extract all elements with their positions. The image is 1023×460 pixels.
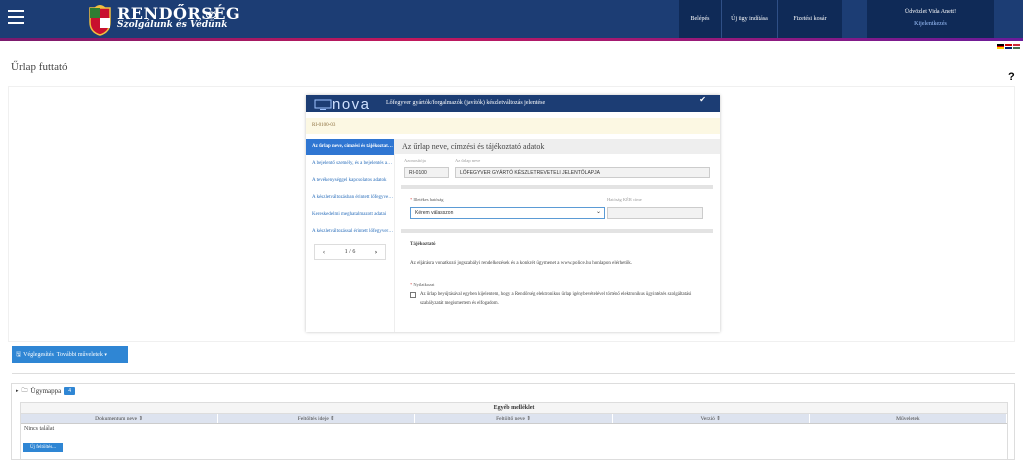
step-pager: ‹ 1 / 6 › [314, 244, 386, 260]
caret-down-icon: ▾ [104, 352, 107, 358]
help-icon[interactable]: ? [1008, 71, 1015, 83]
col-actions: Műveletek [810, 414, 1008, 423]
chevron-down-icon: ⌄ [595, 208, 601, 215]
section-title: Az űrlap neve, címzési és tájékoztató ad… [395, 139, 720, 154]
step-item[interactable]: A készletváltozásban érintett lőfegyvere… [306, 190, 394, 206]
decl-label: * Nyilatkozat [410, 282, 435, 287]
form-title: Lőfegyver gyártók/forgalmazók (javítók) … [386, 100, 546, 106]
info-title: Tájékoztató [410, 242, 436, 247]
case-folder-title: Ügymappa [30, 387, 62, 395]
hungarian-flag-icon[interactable] [1013, 44, 1020, 50]
info-text: Az eljárásra vonatkozó jogszabályi rende… [410, 261, 632, 266]
hatosag-label: * Illetékes hatóság [410, 197, 444, 202]
user-greeting: Üdvözlet Vida Anett! [904, 9, 957, 15]
col-upload-time[interactable]: Feltöltés ideje ⇕ [218, 414, 416, 423]
col-document-name[interactable]: Dokumentum neve ⇕ [21, 414, 219, 423]
form-card-header: nova Lőfegyver gyártók/forgalmazók (javí… [306, 95, 720, 113]
case-folder-badge: 4 [64, 387, 76, 395]
authority-select-value: Kérem válasszon [415, 210, 454, 216]
top-navbar: RENDŐRSÉG Szolgálunk és Védünk Belépés Ú… [0, 0, 1023, 41]
declaration-checkbox[interactable] [410, 292, 416, 298]
decl-label-text: Nyilatkozat [413, 282, 435, 287]
english-flag-icon[interactable] [1005, 44, 1012, 50]
col-version[interactable]: Verzió ⇕ [613, 414, 810, 423]
menu-icon[interactable] [8, 10, 24, 24]
finalize-button[interactable]: 🖫 Véglegesítés További műveletek ▾ [12, 346, 128, 363]
step-item[interactable]: A készletváltozással érintett lőfegyvere… [306, 224, 394, 240]
table-header: Dokumentum neve ⇕ Feltöltés ideje ⇕ Felt… [21, 414, 1008, 424]
step-item[interactable]: Kereskedelmi meghatalmazott adatai [306, 207, 394, 223]
caret-right-icon: ▸ [16, 389, 19, 394]
german-flag-icon[interactable] [997, 44, 1004, 50]
nova-monitor-icon [314, 99, 332, 110]
folder-icon: 🗀 [21, 388, 28, 394]
check-icon[interactable]: ✔ [699, 95, 706, 104]
case-folder-toggle[interactable]: ▸ 🗀 Ügymappa 4 [16, 386, 76, 396]
police-crest-icon [89, 5, 111, 36]
table-title: Egyéb melléklet [21, 403, 1007, 414]
new-upload-button[interactable]: Új feltöltés... [23, 443, 63, 452]
language-flags [997, 44, 1020, 50]
azonosito-field[interactable]: RI-0100 [404, 167, 449, 178]
ker-label: Hatóság KÉR címe [607, 197, 642, 202]
eye-icon[interactable] [206, 11, 216, 19]
step-item[interactable]: A bejelentő személy, és a bejelentés ada… [306, 156, 394, 172]
form-code: RI-0100-03 [306, 118, 720, 134]
save-icon: 🖫 [16, 350, 22, 358]
brand-subtitle: Szolgálunk és Védünk [117, 20, 228, 30]
declaration-text: Az űrlap beyújtásával egyben kijelentem,… [420, 292, 692, 306]
divider [401, 185, 713, 189]
form-card: nova Lőfegyver gyártók/forgalmazók (javí… [306, 95, 720, 332]
azonosito-label: Azonosítója [404, 158, 426, 163]
more-actions-label: További műveletek [56, 351, 103, 358]
finalize-label: Véglegesítés [23, 351, 54, 358]
authority-select[interactable]: Kérem válasszon ⌄ [410, 207, 605, 219]
form-name-label: Az űrlap neve [455, 158, 481, 163]
user-block: Üdvözlet Vida Anett! Kijelentkezés [867, 0, 994, 38]
attachments-table: Egyéb melléklet Dokumentum neve ⇕ Feltöl… [20, 402, 1008, 460]
step-item[interactable]: Az űrlap neve, címzési és tájékoztató ad… [306, 139, 394, 155]
divider [401, 229, 713, 233]
col-uploader[interactable]: Feltöltő neve ⇕ [415, 414, 613, 423]
divider [12, 373, 1015, 374]
prev-page-button[interactable]: ‹ [315, 245, 333, 259]
nova-logo-text: nova [332, 96, 371, 113]
accent-stripe [0, 38, 1023, 41]
nav-payment-cart[interactable]: Fizetési kosár [778, 0, 842, 38]
nova-logo: nova [314, 96, 371, 113]
hatosag-label-text: Illetékes hatóság [413, 197, 444, 202]
nav-login[interactable]: Belépés [679, 0, 721, 38]
form-main: Az űrlap neve, címzési és tájékoztató ad… [395, 139, 720, 332]
nav-new-case[interactable]: Új ügy indítása [722, 0, 777, 38]
form-step-sidebar: Az űrlap neve, címzési és tájékoztató ad… [306, 139, 395, 332]
empty-message: Nincs találat [24, 426, 55, 432]
page-title: Űrlap futtató [11, 61, 68, 73]
logout-link[interactable]: Kijelentkezés [867, 21, 994, 27]
step-item[interactable]: A tevékenységgel kapcsolatos adatok [306, 173, 394, 189]
form-name-field[interactable]: LŐFEGYVER GYÁRTÓ KÉSZLETREVETELI JELENTŐ… [455, 167, 710, 178]
page-indicator: 1 / 6 [344, 249, 356, 255]
ker-field[interactable] [607, 207, 703, 219]
next-page-button[interactable]: › [367, 245, 385, 259]
case-folder-panel: ▸ 🗀 Ügymappa 4 Egyéb melléklet Dokumentu… [11, 383, 1015, 460]
